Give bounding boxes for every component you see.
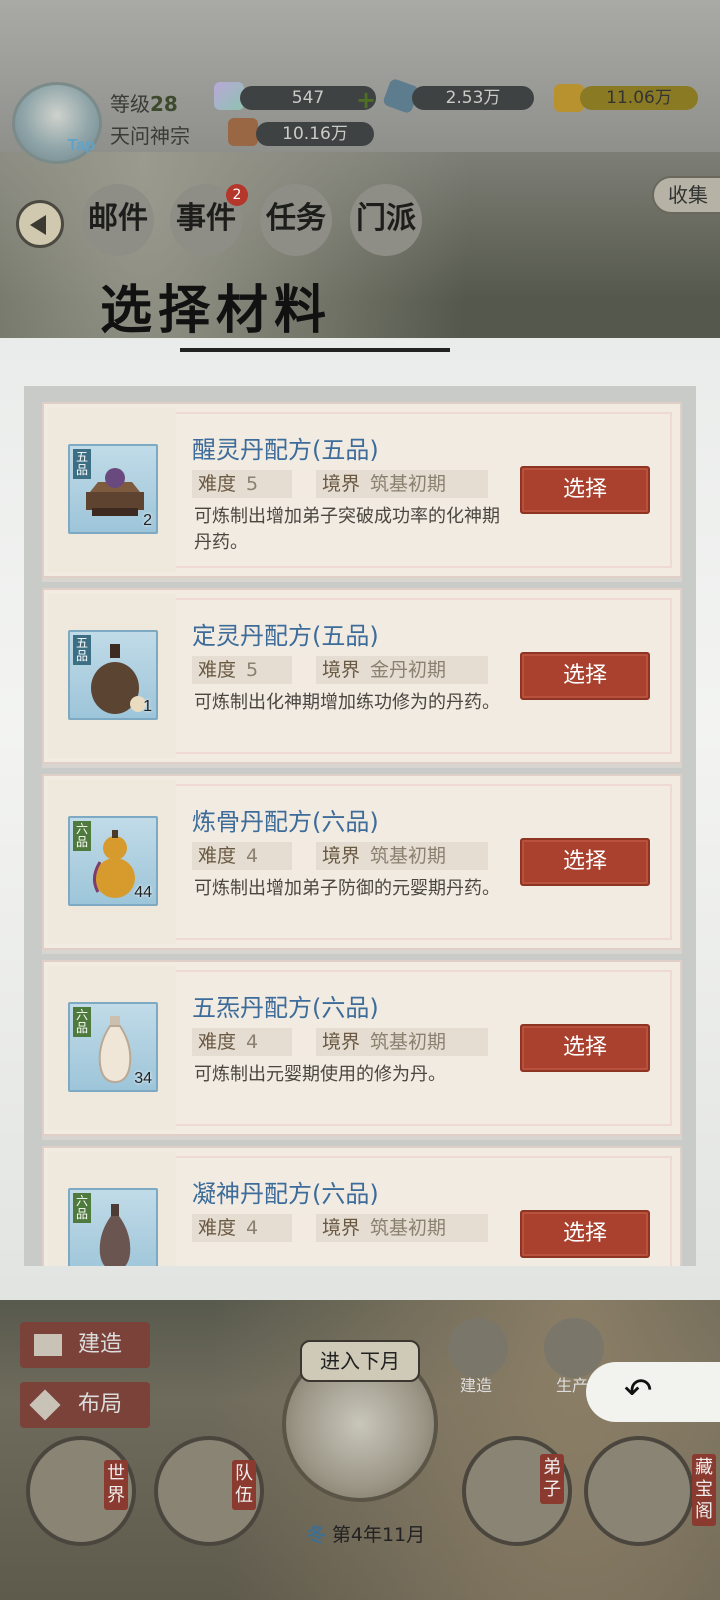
build-button[interactable]: 建造 [20,1322,150,1368]
difficulty-value: 4 [246,1031,259,1053]
food-icon [228,118,258,146]
treasury-label: 藏宝阁 [692,1454,716,1526]
return-arrow-button[interactable]: ↶ [586,1362,720,1422]
realm-value: 筑基初期 [370,845,447,867]
recipe-card: 六品 34 五炁丹配方(六品) 难度 4 境界 筑基初期 可炼制出元婴期使用的修为丹… [42,960,682,1136]
level-label: 等级 [110,92,150,116]
recipe-list[interactable]: 五品 2 醒灵丹配方(五品) 难度 5 境界 筑基初期 可炼制出增加弟子突破成功率的… [24,386,696,1266]
gold-counter: 11.06万 [580,86,698,110]
recipe-description: 可炼制出增加弟子防御的元婴期丹药。 [194,878,500,899]
recipe-item-slot[interactable]: 五品 1 [68,630,158,720]
world-label: 世界 [104,1460,128,1510]
date-label: 第4年11月 [331,1524,426,1546]
difficulty-pill: 难度 4 [192,1214,292,1242]
recipe-name: 定灵丹配方(五品) [192,622,379,650]
select-button[interactable]: 选择 [520,838,650,886]
disciples-label: 弟子 [540,1454,564,1504]
recipe-description: 可炼制出元婴期使用的修为丹。 [194,1064,446,1085]
item-count: 34 [134,1070,152,1087]
recipe-name: 凝神丹配方(六品) [192,1180,379,1208]
dialog-title: 选择材料 [100,280,333,341]
build-small-label: 建造 [460,1376,493,1395]
realm-value: 金丹初期 [370,659,447,681]
recipe-item-slot[interactable]: 六品 44 [68,816,158,906]
produce-small-label: 生产 [556,1376,589,1395]
recipe-item-slot[interactable]: 六品 [68,1188,158,1266]
recipe-item-slot[interactable]: 五品 2 [68,444,158,534]
add-spirit-stone-button[interactable]: + [356,86,376,114]
events-badge: 2 [226,184,248,206]
realm-pill: 境界 筑基初期 [316,1028,488,1056]
difficulty-pill: 难度 4 [192,842,292,870]
realm-pill: 境界 筑基初期 [316,1214,488,1242]
recipe-name: 五炁丹配方(六品) [192,994,379,1022]
difficulty-value: 5 [246,473,259,495]
level-value: 28 [150,92,178,116]
build-label: 建造 [78,1332,123,1357]
season-label: 冬 [306,1524,326,1546]
realm-pill: 境界 金丹初期 [316,656,488,684]
realm-pill: 境界 筑基初期 [316,470,488,498]
treasury-button[interactable] [584,1436,694,1546]
difficulty-value: 4 [246,1217,259,1239]
difficulty-label: 难度 [198,1217,237,1239]
crystal-counter: 2.53万 [412,86,534,110]
game-date: 冬第4年11月 [286,1520,446,1547]
difficulty-value: 5 [246,659,259,681]
dark-bottle-icon [99,1204,131,1266]
title-underline [180,348,450,352]
recipe-description: 可炼制出增加弟子突破成功率的化神期丹药。 [194,506,500,553]
select-button[interactable]: 选择 [520,652,650,700]
collect-button[interactable]: 收集 [652,176,720,214]
realm-pill: 境界 筑基初期 [316,842,488,870]
sect-button[interactable]: 门派 [350,184,422,256]
select-button[interactable]: 选择 [520,1024,650,1072]
team-label: 队伍 [232,1460,256,1510]
item-count: 2 [143,512,152,529]
food-counter: 10.16万 [256,122,374,146]
recipe-card: 六品 凝神丹配方(六品) 难度 4 境界 筑基初期 选择 [42,1146,682,1266]
layout-grid-icon [29,1389,61,1421]
realm-label: 境界 [322,659,361,681]
recipe-description: 可炼制出化神期增加练功修为的丹药。 [194,692,500,713]
select-button[interactable]: 选择 [520,466,650,514]
recipe-card: 五品 2 醒灵丹配方(五品) 难度 5 境界 筑基初期 可炼制出增加弟子突破成功率的… [42,402,682,578]
layout-label: 布局 [78,1392,123,1417]
house-icon [34,1334,62,1356]
recipe-name: 醒灵丹配方(五品) [192,436,379,464]
player-avatar[interactable]: Tap [12,82,102,164]
difficulty-pill: 难度 4 [192,1028,292,1056]
sect-name: 天问神宗 [110,124,190,148]
realm-value: 筑基初期 [370,473,447,495]
recipe-item-slot[interactable]: 六品 34 [68,1002,158,1092]
realm-label: 境界 [322,473,361,495]
realm-value: 筑基初期 [370,1217,447,1239]
difficulty-value: 4 [246,845,259,867]
select-button[interactable]: 选择 [520,1210,650,1258]
player-level: 等级28 [110,88,178,117]
layout-button[interactable]: 布局 [20,1382,150,1428]
realm-label: 境界 [322,1217,361,1239]
difficulty-label: 难度 [198,473,237,495]
difficulty-pill: 难度 5 [192,470,292,498]
difficulty-label: 难度 [198,1031,237,1053]
recipe-card: 五品 1 定灵丹配方(五品) 难度 5 境界 金丹初期 可炼制出化神期增加练功修为的… [42,588,682,764]
difficulty-pill: 难度 5 [192,656,292,684]
avatar-tap-label: Tap [67,137,95,154]
realm-value: 筑基初期 [370,1031,447,1053]
recipe-name: 炼骨丹配方(六品) [192,808,379,836]
back-button[interactable] [16,200,64,248]
hammer-icon[interactable] [448,1318,508,1378]
tasks-button[interactable]: 任务 [260,184,332,256]
item-count: 1 [143,698,152,715]
next-month-button[interactable]: 进入下月 [300,1340,420,1382]
difficulty-label: 难度 [198,845,237,867]
difficulty-label: 难度 [198,659,237,681]
recipe-card: 六品 44 炼骨丹配方(六品) 难度 4 境界 筑基初期 可炼制出增加弟子防御的元婴… [42,774,682,950]
mail-button[interactable]: 邮件 [82,184,154,256]
item-count: 44 [134,884,152,901]
realm-label: 境界 [322,845,361,867]
realm-label: 境界 [322,1031,361,1053]
